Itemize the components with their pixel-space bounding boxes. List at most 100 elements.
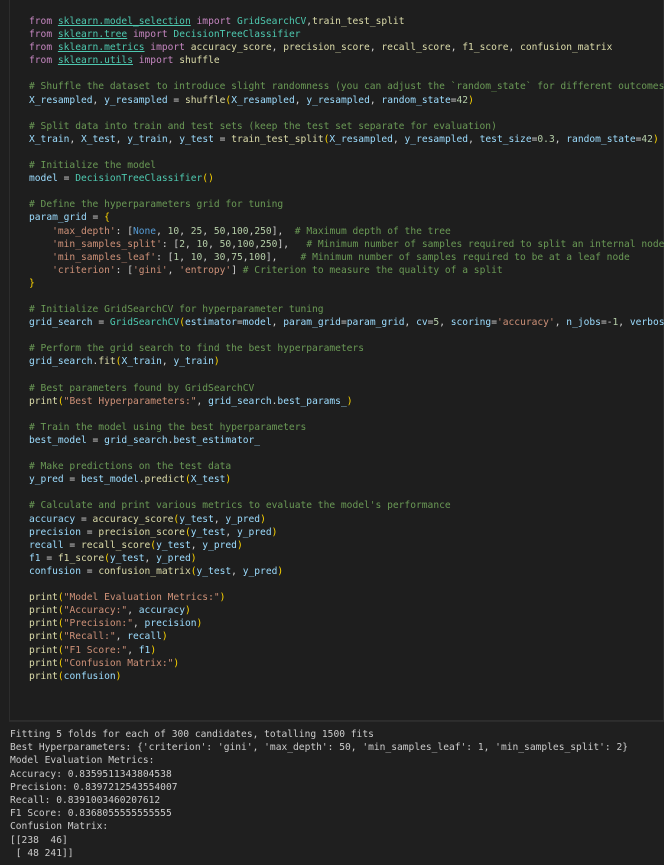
code-editor[interactable]: from sklearn.model_selection import Grid… bbox=[29, 15, 664, 683]
code-token: X_resampled bbox=[329, 133, 393, 145]
code-token: , bbox=[161, 356, 174, 368]
code-token: ) bbox=[190, 552, 197, 564]
code-token: # Define the hyperparameters grid for tu… bbox=[29, 199, 284, 211]
output-line: [ 48 241]] bbox=[10, 847, 74, 859]
code-token: 10 bbox=[190, 251, 203, 263]
code-line: # Define the hyperparameters grid for tu… bbox=[29, 198, 664, 211]
code-token: 'min_samples_split' bbox=[52, 238, 162, 250]
code-token: , bbox=[554, 133, 567, 145]
code-token: , bbox=[213, 513, 226, 525]
output-line: F1 Score: 0.8368055555555555 bbox=[10, 808, 172, 820]
code-token: } bbox=[29, 277, 35, 289]
code-token: { bbox=[104, 212, 110, 224]
code-token: = bbox=[57, 173, 76, 185]
code-token: # Make predictions on the test data bbox=[29, 461, 232, 473]
code-token: y_resampled bbox=[404, 133, 469, 145]
code-token: confusion bbox=[29, 565, 81, 577]
code-token: test_size bbox=[479, 133, 532, 145]
code-token: grid_search bbox=[29, 356, 93, 368]
code-line: recall = recall_score(y_test, y_pred) bbox=[29, 539, 664, 552]
code-token: : [ bbox=[156, 251, 174, 263]
code-token: precision bbox=[29, 526, 81, 538]
code-token: fit bbox=[98, 356, 116, 368]
code-token: confusion bbox=[63, 670, 116, 682]
code-token: , bbox=[271, 317, 284, 329]
code-token: , bbox=[392, 133, 405, 145]
code-line: # Train the model using the best hyperpa… bbox=[29, 421, 664, 434]
code-token: # Shuffle the dataset to introduce sligh… bbox=[29, 81, 664, 93]
code-token: from bbox=[29, 55, 58, 67]
code-token: param_grid bbox=[346, 317, 405, 329]
output-line: [[238 46] bbox=[10, 834, 68, 846]
code-token: 'accuracy' bbox=[496, 317, 555, 329]
code-token: print bbox=[29, 605, 58, 617]
code-token: model bbox=[242, 317, 272, 329]
code-token: 25 bbox=[190, 225, 203, 237]
code-token: # Initialize the model bbox=[29, 160, 157, 172]
code-token: = bbox=[80, 526, 99, 538]
code-token: sklearn.tree bbox=[57, 29, 128, 41]
code-token: 'entropy' bbox=[179, 264, 232, 276]
code-token: recall bbox=[127, 631, 162, 643]
code-token: = bbox=[86, 435, 105, 446]
code-token: # Criterion to measure the quality of a … bbox=[242, 264, 503, 276]
code-token: , bbox=[468, 133, 480, 145]
code-token: param_grid bbox=[283, 317, 341, 329]
code-token: precision_score bbox=[283, 42, 370, 54]
code-token: accuracy_score bbox=[92, 513, 174, 525]
code-token: , bbox=[196, 395, 209, 407]
code-token: DecisionTreeClassifier bbox=[173, 29, 301, 41]
code-token: , bbox=[179, 251, 191, 263]
code-token: y_pred bbox=[156, 552, 191, 564]
code-token: accuracy bbox=[138, 605, 185, 617]
code-line: # Initialize GridSearchCV for hyperparam… bbox=[29, 303, 664, 316]
code-token: X_train bbox=[121, 356, 162, 368]
code-token: ) bbox=[271, 526, 278, 538]
code-token: : [ bbox=[115, 225, 133, 237]
code-token: y_test bbox=[196, 565, 232, 577]
code-token: , bbox=[190, 539, 203, 551]
code-token: import bbox=[144, 42, 191, 54]
code-token: predict bbox=[144, 474, 185, 486]
code-token: "Confusion Matrix:" bbox=[63, 657, 174, 669]
code-line: from sklearn.metrics import accuracy_sco… bbox=[29, 41, 664, 54]
code-token: f1 bbox=[138, 644, 151, 656]
code-token: best_model bbox=[80, 474, 139, 486]
code-line: precision = precision_score(y_test, y_pr… bbox=[29, 526, 664, 539]
code-token: verbose bbox=[629, 317, 664, 329]
code-token: from bbox=[29, 42, 58, 54]
code-token: =- bbox=[600, 317, 613, 329]
code-token: # Maximum depth of the tree bbox=[294, 225, 451, 237]
code-token: f1_score bbox=[57, 552, 105, 564]
code-token: f1_score bbox=[462, 42, 509, 54]
code-token: ) bbox=[346, 395, 353, 407]
code-token: random_state bbox=[381, 94, 451, 106]
code-token: ) bbox=[236, 539, 243, 551]
code-token: GridSearchCV bbox=[109, 317, 180, 329]
code-line: print("Model Evaluation Metrics:") bbox=[29, 591, 664, 604]
code-token: 42 bbox=[641, 133, 653, 145]
code-token: y_test bbox=[179, 513, 214, 525]
code-token: , bbox=[618, 317, 630, 329]
code-token: 'min_samples_leaf' bbox=[52, 251, 157, 263]
code-token: = bbox=[92, 317, 110, 329]
code-token: import bbox=[190, 16, 237, 27]
code-token: ) bbox=[161, 631, 168, 643]
code-line: 'min_samples_leaf': [1, 10, 30,75,100], … bbox=[29, 251, 664, 264]
output-line: Recall: 0.8391003460207612 bbox=[10, 794, 161, 806]
output-line: Best Hyperparameters: {'criterion': 'gin… bbox=[10, 742, 629, 754]
code-token: , bbox=[369, 42, 382, 54]
code-token: recall bbox=[29, 539, 64, 551]
code-token: 50 bbox=[219, 238, 232, 250]
code-token: precision bbox=[144, 618, 197, 630]
code-token: y_train bbox=[127, 133, 168, 145]
code-token: ) bbox=[196, 618, 203, 630]
code-token: sklearn.model_selection bbox=[57, 16, 191, 27]
code-token: "Accuracy:" bbox=[63, 605, 128, 617]
code-token: , bbox=[404, 317, 417, 329]
code-cell[interactable]: from sklearn.model_selection import Grid… bbox=[9, 0, 664, 721]
code-token: accuracy_score bbox=[190, 42, 272, 54]
code-line: from sklearn.utils import shuffle bbox=[29, 54, 664, 67]
